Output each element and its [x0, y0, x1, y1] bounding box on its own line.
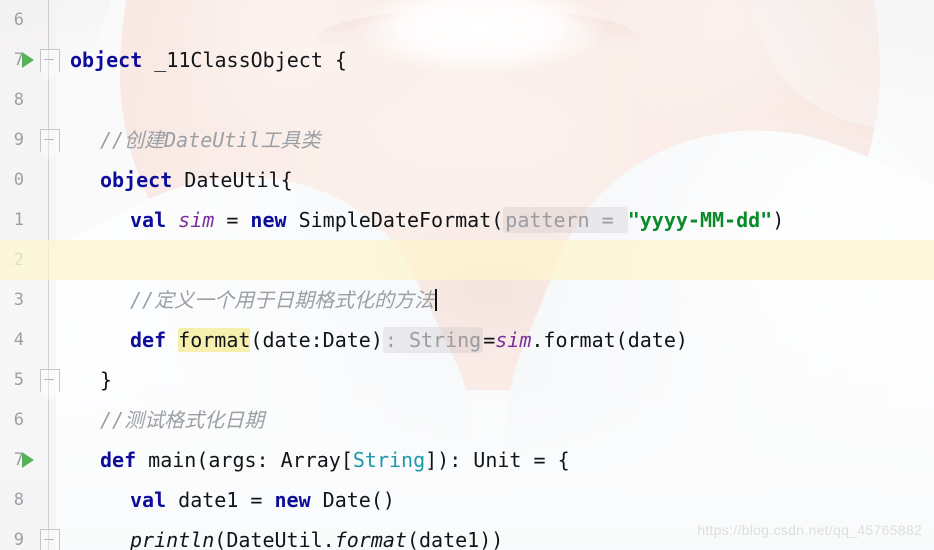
code-line[interactable]: } [56, 360, 934, 400]
code-token: new [274, 488, 311, 512]
code-line[interactable] [0, 240, 934, 280]
code-line-text: println(DateUtil.format(date1)) [56, 520, 503, 550]
line-number: 3 [13, 290, 24, 310]
line-number: 9 [13, 130, 24, 150]
code-token: def [100, 448, 137, 472]
code-token: sim [178, 208, 215, 232]
code-token: format [334, 528, 407, 550]
code-token: ]): Unit = { [425, 448, 570, 472]
code-line-text: object _11ClassObject { [56, 40, 347, 80]
code-line-text: //定义一个用于日期格式化的方法 [56, 280, 438, 320]
code-token: (date:Date) [250, 328, 383, 352]
code-token: date1 = [166, 488, 275, 512]
code-line[interactable] [56, 0, 934, 40]
code-line[interactable] [56, 80, 934, 120]
code-line-text: val date1 = new Date() [56, 480, 395, 520]
line-number: 8 [13, 490, 24, 510]
code-token: new [250, 208, 287, 232]
code-token: .format(date) [531, 328, 688, 352]
code-token: } [100, 368, 113, 392]
code-token: = [214, 208, 251, 232]
line-number: 7 [13, 450, 24, 470]
line-number: 7 [13, 50, 24, 70]
play-triangle-icon[interactable] [22, 52, 34, 68]
line-number: 6 [13, 410, 24, 430]
code-token: def [130, 328, 167, 352]
current-line-highlight [0, 240, 934, 280]
code-line[interactable]: def format(date:Date): String =sim.format… [56, 320, 934, 360]
code-line-text: //创建DateUtil工具类 [56, 120, 320, 160]
code-token: Date() [310, 488, 395, 512]
code-token: //创建DateUtil工具类 [100, 128, 321, 152]
code-line-text: def format(date:Date): String =sim.format… [56, 320, 688, 360]
line-number: 5 [13, 370, 24, 390]
editor-code-area[interactable]: object _11ClassObject { //创建DateUtil工具类 ob… [0, 0, 934, 550]
code-line[interactable]: val date1 = new Date() [56, 480, 934, 520]
code-line[interactable]: object DateUtil{ [56, 160, 934, 200]
line-number: 8 [13, 90, 24, 110]
code-token: ) [772, 208, 785, 232]
code-line[interactable]: //测试格式化日期 [56, 400, 934, 440]
code-token: (date1)) [406, 528, 504, 550]
code-token: sim [495, 328, 532, 352]
code-line[interactable]: object _11ClassObject { [56, 40, 934, 80]
code-token: pattern = [503, 207, 628, 233]
code-token: SimpleDateFormat( [286, 208, 504, 232]
code-line[interactable]: val sim = new SimpleDateFormat(pattern =… [56, 200, 934, 240]
watermark-text: https://blog.csdn.net/qq_45765882 [697, 522, 922, 538]
code-line-text: //测试格式化日期 [56, 400, 264, 440]
code-line-text: object DateUtil{ [56, 160, 293, 200]
code-token: //测试格式化日期 [100, 408, 265, 432]
code-token: object [70, 48, 143, 72]
line-number: 9 [13, 530, 24, 550]
code-token: "yyyy-MM-dd" [627, 208, 773, 232]
code-line[interactable]: def main(args: Array[String]): Unit = { [56, 440, 934, 480]
code-token: DateUtil{ [172, 168, 293, 192]
code-line[interactable]: //创建DateUtil工具类 [56, 120, 934, 160]
line-number: 0 [13, 170, 24, 190]
code-token: = [483, 328, 496, 352]
code-token: object [100, 168, 173, 192]
code-token: println [130, 528, 215, 550]
code-token: (DateUtil. [214, 528, 335, 550]
code-token: val [130, 488, 167, 512]
line-number: 6 [13, 10, 24, 30]
code-token: val [130, 208, 167, 232]
code-token: main(args: Array[ [136, 448, 353, 472]
play-triangle-icon[interactable] [22, 452, 34, 468]
code-token: format [178, 328, 251, 352]
code-line-text: val sim = new SimpleDateFormat(pattern =… [56, 200, 784, 240]
code-token: : String [382, 327, 484, 353]
line-number: 4 [13, 330, 24, 350]
code-line-text: def main(args: Array[String]): Unit = { [56, 440, 570, 480]
code-token: String [352, 448, 426, 472]
code-token: _11ClassObject { [142, 48, 347, 72]
text-caret [435, 289, 438, 311]
code-token: //定义一个用于日期格式化的方法 [130, 288, 435, 312]
line-number: 1 [13, 210, 24, 230]
code-line-text: } [56, 360, 112, 400]
code-line[interactable]: //定义一个用于日期格式化的方法 [56, 280, 934, 320]
editor-window: 6789012345678901 object _11ClassObject {… [0, 0, 934, 550]
